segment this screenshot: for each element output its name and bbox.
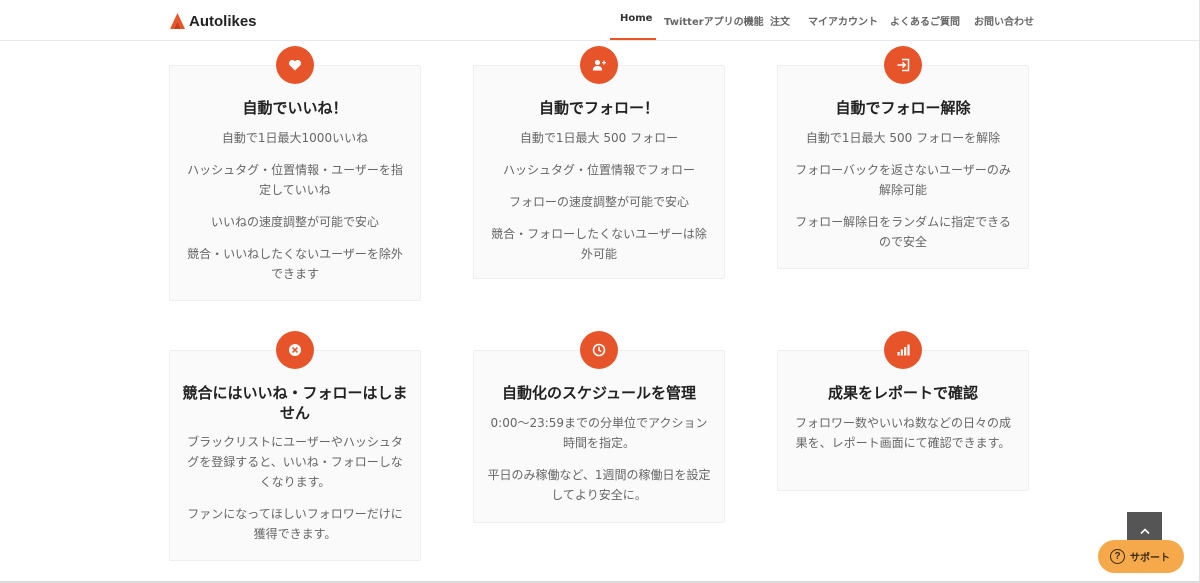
- nav-contact[interactable]: お問い合わせ: [974, 13, 1034, 28]
- feature-text: ブラックリストにユーザーやハッシュタグを登録すると、いいね・フォローしなくなりま…: [187, 435, 403, 489]
- feature-text: 0:00〜23:59までの分単位でアクション時間を指定。: [490, 416, 708, 450]
- nav-active-indicator: [610, 38, 656, 40]
- feature-text: 競合・いいねしたくないユーザーを除外できます: [187, 247, 403, 281]
- feature-text: フォロー解除日をランダムに指定できるので安全: [795, 215, 1011, 249]
- nav-my-account[interactable]: マイアカウント: [808, 13, 878, 28]
- feature-text: ファンになってほしいフォロワーだけに獲得できます。: [187, 507, 403, 541]
- feature-title: 競合にはいいね・フォローはしません: [182, 384, 408, 422]
- feature-card-auto-follow: 自動でフォロー！ 自動で1日最大 500 フォロー ハッシュタグ・位置情報でフォ…: [473, 65, 725, 279]
- feature-text: フォローの速度調整が可能で安心: [508, 195, 689, 209]
- feature-text: 自動で1日最大1000いいね: [221, 131, 369, 145]
- heart-icon: [276, 46, 314, 84]
- nav-order[interactable]: 注文: [770, 13, 790, 28]
- sign-in-icon: [884, 46, 922, 84]
- feature-text: 自動で1日最大 500 フォローを解除: [805, 131, 1001, 145]
- nav-home[interactable]: Home: [620, 13, 652, 24]
- question-icon: ?: [1110, 549, 1125, 564]
- feature-text: いいねの速度調整が可能で安心: [210, 215, 379, 229]
- bar-chart-icon: [884, 331, 922, 369]
- clock-icon: [580, 331, 618, 369]
- feature-title: 自動でフォロー解除: [835, 99, 971, 117]
- support-button[interactable]: ? サポート: [1098, 540, 1184, 573]
- feature-text: フォローバックを返さないユーザーのみ解除可能: [795, 163, 1011, 197]
- feature-text: 平日のみ稼働など、1週間の稼働日を設定してより安全に。: [487, 468, 711, 502]
- feature-card-schedule: 自動化のスケジュールを管理 0:00〜23:59までの分単位でアクション時間を指…: [473, 350, 725, 523]
- feature-title: 自動でフォロー！: [538, 99, 659, 117]
- feature-title: 成果をレポートで確認: [827, 384, 978, 402]
- feature-text: 自動で1日最大 500 フォロー: [519, 131, 679, 145]
- feature-text: 競合・フォローしたくないユーザーは除外可能: [491, 227, 707, 261]
- support-label: サポート: [1130, 553, 1170, 564]
- nav-faq[interactable]: よくあるご質問: [890, 13, 960, 28]
- close-circle-icon: [276, 331, 314, 369]
- feature-card-auto-unfollow: 自動でフォロー解除 自動で1日最大 500 フォローを解除 フォローバックを返さ…: [777, 65, 1029, 269]
- feature-title: 自動でいいね！: [242, 99, 348, 117]
- feature-card-report: 成果をレポートで確認 フォロワー数やいいね数などの日々の成果を、レポート画面にて…: [777, 350, 1029, 491]
- chevron-up-icon: [1139, 528, 1150, 535]
- feature-text: ハッシュタグ・位置情報でフォロー: [502, 163, 695, 177]
- feature-title: 自動化のスケジュールを管理: [502, 384, 696, 402]
- feature-card-auto-like: 自動でいいね！ 自動で1日最大1000いいね ハッシュタグ・位置情報・ユーザーを…: [169, 65, 421, 301]
- site-header: Autolikes Home Twitterアプリの機能 注文 マイアカウント …: [0, 0, 1200, 41]
- feature-card-competitor-block: 競合にはいいね・フォローはしません ブラックリストにユーザーやハッシュタグを登録…: [169, 350, 421, 561]
- main-nav: Home Twitterアプリの機能 注文 マイアカウント よくあるご質問 お問…: [0, 0, 1200, 41]
- nav-twitter-features[interactable]: Twitterアプリの機能: [664, 13, 764, 28]
- feature-text: ハッシュタグ・位置情報・ユーザーを指定していいね: [187, 163, 403, 197]
- feature-text: フォロワー数やいいね数などの日々の成果を、レポート画面にて確認できます。: [794, 416, 1011, 450]
- add-user-icon: [580, 46, 618, 84]
